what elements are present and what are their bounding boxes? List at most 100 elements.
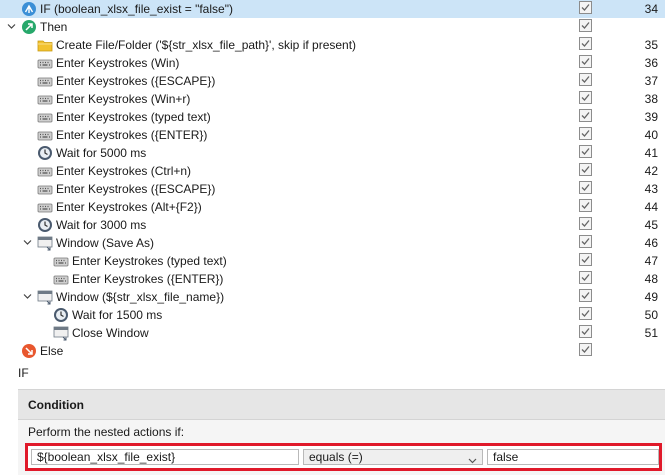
enabled-checkbox[interactable]: [579, 325, 592, 338]
condition-header-label: Condition: [28, 398, 84, 412]
expand-chevron-icon[interactable]: [23, 238, 32, 247]
line-number: 35: [644, 38, 658, 52]
enabled-checkbox[interactable]: [579, 73, 592, 86]
keyboard-icon: [37, 127, 53, 143]
tree-row[interactable]: Wait for 3000 ms 45: [0, 216, 665, 234]
folder-icon: [37, 37, 53, 53]
tree-row[interactable]: Create File/Folder ('${str_xlsx_file_pat…: [0, 36, 665, 54]
enabled-checkbox[interactable]: [579, 55, 592, 68]
clock-icon: [37, 217, 53, 233]
tree-row-label: Else: [40, 344, 64, 358]
tree-row[interactable]: Enter Keystrokes (Win) 36: [0, 54, 665, 72]
tree-row[interactable]: Enter Keystrokes (Ctrl+n) 42: [0, 162, 665, 180]
tree-row[interactable]: Window (${str_xlsx_file_name}) 49: [0, 288, 665, 306]
condition-row: ${boolean_xlsx_file_exist} equals (=) fa…: [25, 443, 662, 471]
expand-chevron-icon[interactable]: [7, 22, 16, 31]
line-number: 36: [644, 56, 658, 70]
tree-row[interactable]: Enter Keystrokes ({ENTER}) 48: [0, 270, 665, 288]
enabled-checkbox[interactable]: [579, 217, 592, 230]
tree-row-label: Enter Keystrokes ({ENTER}): [56, 128, 208, 142]
tree-row[interactable]: Enter Keystrokes (typed text) 47: [0, 252, 665, 270]
left-operand-value: ${boolean_xlsx_file_exist}: [37, 450, 176, 464]
tree-row[interactable]: Wait for 1500 ms 50: [0, 306, 665, 324]
enabled-checkbox[interactable]: [579, 145, 592, 158]
enabled-checkbox[interactable]: [579, 19, 592, 32]
tree-row[interactable]: Wait for 5000 ms 41: [0, 144, 665, 162]
tree-row-label: Enter Keystrokes ({ESCAPE}): [56, 182, 216, 196]
tree-row-label: Enter Keystrokes (typed text): [56, 110, 211, 124]
tree-row-label: Enter Keystrokes (Win+r): [56, 92, 191, 106]
line-number: 48: [644, 272, 658, 286]
tree-row-label: Window (${str_xlsx_file_name}): [56, 290, 225, 304]
tree-row[interactable]: Enter Keystrokes ({ENTER}) 40: [0, 126, 665, 144]
keyboard-icon: [37, 73, 53, 89]
then-icon: [21, 19, 37, 35]
condition-panel-header[interactable]: Condition: [18, 389, 665, 420]
line-number: 42: [644, 164, 658, 178]
keyboard-icon: [37, 199, 53, 215]
expand-chevron-icon[interactable]: [23, 292, 32, 301]
enabled-checkbox[interactable]: [579, 37, 592, 50]
operator-value: equals (=): [309, 450, 363, 464]
tree-row[interactable]: Enter Keystrokes (typed text) 39: [0, 108, 665, 126]
enabled-checkbox[interactable]: [579, 235, 592, 248]
tree-row[interactable]: IF (boolean_xlsx_file_exist = "false") 34: [0, 0, 665, 18]
tree-row[interactable]: Enter Keystrokes (Win+r) 38: [0, 90, 665, 108]
tree-row-label: Wait for 1500 ms: [72, 308, 163, 322]
tree-row-label: Create File/Folder ('${str_xlsx_file_pat…: [56, 38, 357, 52]
keyboard-icon: [53, 253, 69, 269]
tree-row[interactable]: Window (Save As) 46: [0, 234, 665, 252]
window-icon: [37, 289, 53, 305]
tree-row-label: Enter Keystrokes (Ctrl+n): [56, 164, 192, 178]
line-number: 37: [644, 74, 658, 88]
left-operand-input[interactable]: ${boolean_xlsx_file_exist}: [31, 449, 299, 465]
perform-label: Perform the nested actions if:: [28, 425, 185, 439]
operator-select[interactable]: equals (=): [303, 449, 483, 465]
tree-row-label: Enter Keystrokes ({ESCAPE}): [56, 74, 216, 88]
enabled-checkbox[interactable]: [579, 1, 592, 14]
section-title: IF: [18, 366, 29, 380]
window-icon: [37, 235, 53, 251]
line-number: 47: [644, 254, 658, 268]
enabled-checkbox[interactable]: [579, 163, 592, 176]
tree-row-label: Window (Save As): [56, 236, 155, 250]
enabled-checkbox[interactable]: [579, 271, 592, 284]
tree-row[interactable]: Else: [0, 342, 665, 360]
enabled-checkbox[interactable]: [579, 253, 592, 266]
keyboard-icon: [37, 55, 53, 71]
line-number: 51: [644, 326, 658, 340]
enabled-checkbox[interactable]: [579, 91, 592, 104]
enabled-checkbox[interactable]: [579, 127, 592, 140]
tree-row-label: Enter Keystrokes ({ENTER}): [72, 272, 224, 286]
enabled-checkbox[interactable]: [579, 343, 592, 356]
tree-row[interactable]: Enter Keystrokes ({ESCAPE}) 37: [0, 72, 665, 90]
tree-row[interactable]: Enter Keystrokes (Alt+{F2}) 44: [0, 198, 665, 216]
line-number: 46: [644, 236, 658, 250]
right-operand-input[interactable]: false: [487, 449, 659, 465]
enabled-checkbox[interactable]: [579, 199, 592, 212]
line-number: 39: [644, 110, 658, 124]
chevron-down-icon: [468, 453, 477, 464]
enabled-checkbox[interactable]: [579, 109, 592, 122]
window-icon: [53, 325, 69, 341]
tree-row-label: Wait for 3000 ms: [56, 218, 147, 232]
enabled-checkbox[interactable]: [579, 181, 592, 194]
line-number: 38: [644, 92, 658, 106]
tree-row[interactable]: Enter Keystrokes ({ESCAPE}) 43: [0, 180, 665, 198]
tree-row-label: IF (boolean_xlsx_file_exist = "false"): [40, 2, 233, 16]
tree-row[interactable]: Close Window 51: [0, 324, 665, 342]
clock-icon: [53, 307, 69, 323]
if-icon: [21, 1, 37, 17]
tree-row[interactable]: Then: [0, 18, 665, 36]
line-number: 40: [644, 128, 658, 142]
line-number: 34: [644, 2, 658, 16]
right-operand-value: false: [493, 450, 519, 464]
tree-scrollbar[interactable]: [655, 0, 665, 262]
clock-icon: [37, 145, 53, 161]
line-number: 50: [644, 308, 658, 322]
enabled-checkbox[interactable]: [579, 289, 592, 302]
tree-row-label: Close Window: [72, 326, 149, 340]
line-number: 49: [644, 290, 658, 304]
keyboard-icon: [53, 271, 69, 287]
enabled-checkbox[interactable]: [579, 307, 592, 320]
